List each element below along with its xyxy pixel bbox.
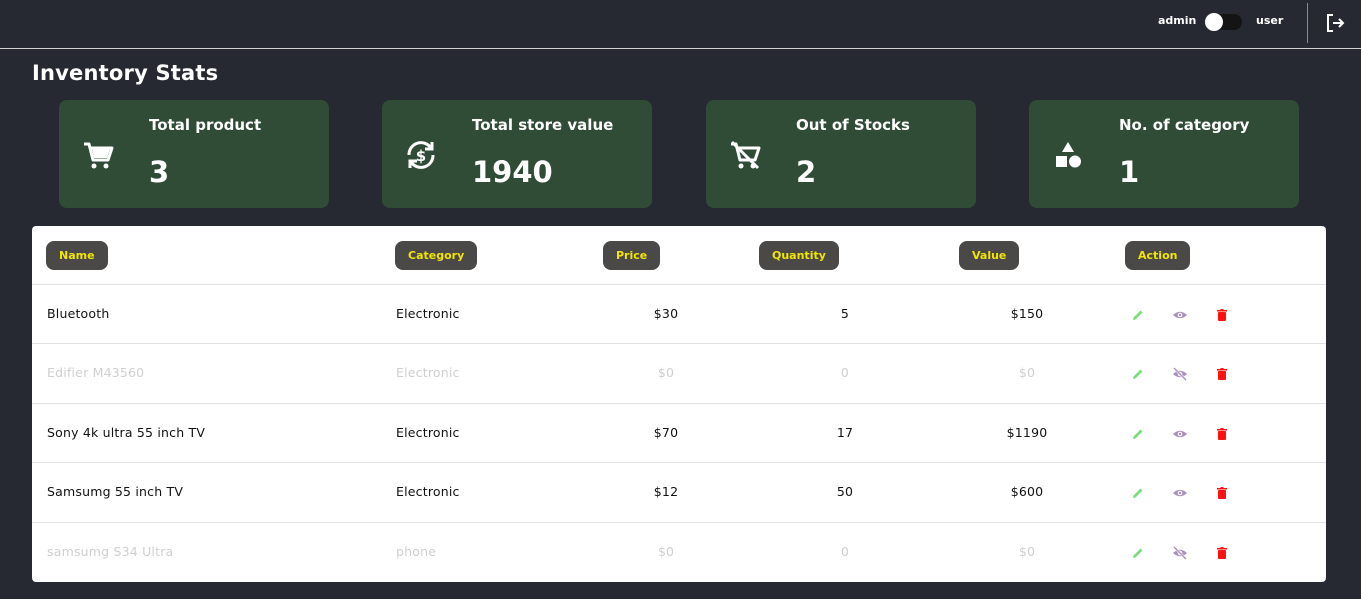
cell-price: $0 <box>657 544 675 559</box>
cell-quantity: 5 <box>840 306 850 321</box>
stat-card-total-product: Total product 3 <box>59 100 329 208</box>
eye-icon[interactable] <box>1172 426 1188 442</box>
cell-price: $30 <box>653 306 679 321</box>
stat-card-no-of-category: No. of category 1 <box>1029 100 1299 208</box>
column-header-value[interactable]: Value <box>959 241 1020 270</box>
page-title: Inventory Stats <box>32 61 219 85</box>
cell-name: Bluetooth <box>47 306 110 321</box>
cell-quantity: 0 <box>840 544 850 559</box>
cell-category: Electronic <box>396 484 460 499</box>
edit-icon[interactable] <box>1130 426 1146 442</box>
cell-name: Edifier M43560 <box>47 365 145 380</box>
delete-icon[interactable] <box>1214 545 1230 561</box>
top-bar <box>0 0 1361 49</box>
table-row: Bluetooth Electronic $30 5 $150 <box>32 284 1326 343</box>
cell-category: phone <box>396 544 437 559</box>
currency-exchange-icon: $ <box>407 141 435 169</box>
cell-category: Electronic <box>396 306 460 321</box>
column-header-category[interactable]: Category <box>395 241 478 270</box>
remove-shopping-cart-icon <box>730 140 761 170</box>
stat-value: 1940 <box>472 155 553 189</box>
stat-label: Out of Stocks <box>796 116 910 134</box>
cell-price: $12 <box>653 484 679 499</box>
delete-icon[interactable] <box>1214 307 1230 323</box>
toggle-knob[interactable] <box>1205 13 1223 31</box>
table-row: Sony 4k ultra 55 inch TV Electronic $70 … <box>32 403 1326 462</box>
stat-value: 1 <box>1119 155 1140 189</box>
cell-name: Samsumg 55 inch TV <box>47 484 184 499</box>
stat-card-total-store-value: $ Total store value 1940 <box>382 100 652 208</box>
eye-off-icon[interactable] <box>1172 545 1188 561</box>
column-header-price[interactable]: Price <box>603 241 661 270</box>
table-row: Samsumg 55 inch TV Electronic $12 50 $60… <box>32 462 1326 521</box>
delete-icon[interactable] <box>1214 366 1230 382</box>
cell-price: $0 <box>657 365 675 380</box>
stat-value: 2 <box>796 155 817 189</box>
role-toggle-switch[interactable] <box>1205 13 1242 31</box>
cell-quantity: 17 <box>836 425 854 440</box>
stat-value: 3 <box>149 155 170 189</box>
column-header-quantity[interactable]: Quantity <box>759 241 839 270</box>
cart-icon <box>84 142 114 169</box>
cell-value: $600 <box>1010 484 1044 499</box>
table-row: Edifier M43560 Electronic $0 0 $0 <box>32 343 1326 402</box>
svg-text:$: $ <box>416 147 426 165</box>
cell-name: samsumg S34 Ultra <box>47 544 174 559</box>
eye-off-icon[interactable] <box>1172 366 1188 382</box>
table-row: samsumg S34 Ultra phone $0 0 $0 <box>32 522 1326 581</box>
stat-card-out-of-stocks: Out of Stocks 2 <box>706 100 976 208</box>
cell-category: Electronic <box>396 425 460 440</box>
column-header-action[interactable]: Action <box>1125 241 1191 270</box>
category-shapes-icon <box>1056 142 1081 168</box>
eye-icon[interactable] <box>1172 485 1188 501</box>
stat-label: Total product <box>149 116 262 134</box>
inventory-table: Name Category Price Quantity Value Actio… <box>32 226 1326 582</box>
edit-icon[interactable] <box>1130 307 1146 323</box>
edit-icon[interactable] <box>1130 485 1146 501</box>
cell-value: $1190 <box>1006 425 1048 440</box>
edit-icon[interactable] <box>1130 366 1146 382</box>
cell-name: Sony 4k ultra 55 inch TV <box>47 425 206 440</box>
logout-icon[interactable] <box>1324 12 1346 34</box>
header-divider <box>1307 3 1308 43</box>
role-admin-label: admin <box>1158 14 1197 27</box>
cell-price: $70 <box>653 425 679 440</box>
cell-value: $150 <box>1010 306 1044 321</box>
stat-label: No. of category <box>1119 116 1250 134</box>
edit-icon[interactable] <box>1130 545 1146 561</box>
delete-icon[interactable] <box>1214 426 1230 442</box>
cell-value: $0 <box>1018 544 1036 559</box>
eye-icon[interactable] <box>1172 307 1188 323</box>
stat-label: Total store value <box>472 116 614 134</box>
role-user-label: user <box>1256 14 1284 27</box>
cell-value: $0 <box>1018 365 1036 380</box>
cell-category: Electronic <box>396 365 460 380</box>
column-header-name[interactable]: Name <box>46 241 108 270</box>
delete-icon[interactable] <box>1214 485 1230 501</box>
cell-quantity: 0 <box>840 365 850 380</box>
cell-quantity: 50 <box>836 484 854 499</box>
